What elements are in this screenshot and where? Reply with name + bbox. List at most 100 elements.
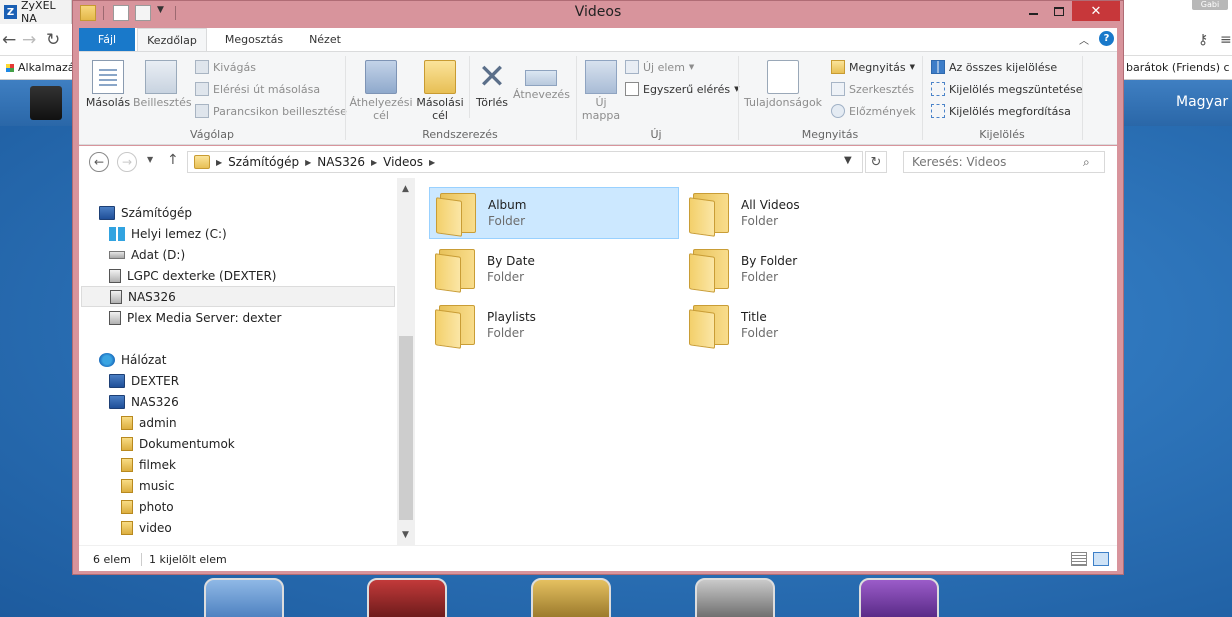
easy-access-label: Egyszerű elérés [643, 82, 731, 96]
breadcrumb-videos[interactable]: Videos [383, 155, 423, 169]
chevron-right-icon[interactable]: ▶ [216, 158, 222, 167]
invert-selection-button[interactable]: Kijelölés megfordítása [931, 102, 1071, 120]
key-icon[interactable]: ⚷ [1198, 32, 1208, 48]
tree-item-plex[interactable]: Plex Media Server: dexter [109, 307, 281, 328]
chevron-right-icon[interactable]: ▶ [305, 158, 311, 167]
open-button[interactable]: Megnyitás ▼ [831, 58, 915, 76]
minimize-button[interactable] [1020, 1, 1046, 21]
close-button[interactable]: ✕ [1072, 1, 1120, 21]
history-button[interactable]: Előzmények [831, 102, 916, 120]
browser-tab[interactable]: Z ZyXEL NA [0, 0, 72, 25]
recent-locations-chevron-icon[interactable]: ▼ [147, 155, 153, 164]
breadcrumb-nas[interactable]: NAS326 [317, 155, 365, 169]
address-history-chevron-icon[interactable]: ▼ [844, 155, 852, 166]
delete-button[interactable]: ✕ Törlés [473, 56, 511, 109]
music-app-icon[interactable] [695, 578, 775, 617]
details-view-icon[interactable] [1071, 552, 1087, 566]
address-bar[interactable]: ▶ Számítógép ▶ NAS326 ▶ Videos ▶ [187, 151, 863, 173]
navigation-scrollbar[interactable]: ▲ ▼ [397, 178, 415, 545]
edit-button[interactable]: Szerkesztés [831, 80, 914, 98]
cut-label: Kivágás [213, 60, 256, 74]
language-selector[interactable]: Magyar [1176, 94, 1228, 110]
easy-access-button[interactable]: Egyszerű elérés ▼ [625, 80, 739, 98]
browser-forward-icon[interactable]: → [22, 30, 36, 50]
up-arrow-icon[interactable]: ↑ [167, 152, 179, 168]
back-button[interactable]: ← [89, 152, 109, 172]
folder-tile-all-videos[interactable]: All Videos Folder [683, 187, 933, 239]
tree-item-share[interactable]: admin [121, 412, 177, 433]
select-all-button[interactable]: Az összes kijelölése [931, 58, 1057, 76]
group-label-clipboard: Vágólap [190, 128, 234, 141]
close-icon: ✕ [1090, 3, 1102, 19]
copy-button[interactable]: Másolás [85, 56, 131, 109]
shared-folder-icon [121, 457, 133, 472]
photo-app-icon[interactable] [531, 578, 611, 617]
tree-item-share[interactable]: Dokumentumok [121, 433, 235, 454]
chevron-right-icon[interactable]: ▶ [429, 158, 435, 167]
properties-button[interactable]: Tulajdonságok [741, 56, 825, 109]
ribbon-separator [469, 56, 470, 118]
ribbon-collapse-chevron-icon[interactable]: ︿ [1079, 32, 1089, 47]
help-icon[interactable]: ? [1099, 31, 1114, 46]
scroll-thumb[interactable] [399, 336, 413, 520]
video-app-icon[interactable] [367, 578, 447, 617]
breadcrumb-computer[interactable]: Számítógép [228, 155, 299, 169]
copy-to-button[interactable]: Másolási cél [413, 56, 467, 122]
app-icon-purple[interactable] [859, 578, 939, 617]
paste-label: Beillesztés [133, 96, 192, 109]
search-icon[interactable]: ⌕ [1083, 155, 1090, 170]
select-none-button[interactable]: Kijelölés megszüntetése [931, 80, 1083, 98]
folder-tile-by-date[interactable]: By Date Folder [429, 243, 679, 295]
folder-icon [435, 247, 475, 293]
tree-item-share[interactable]: filmek [121, 454, 176, 475]
tree-item-nas326-network[interactable]: NAS326 [109, 391, 179, 412]
folder-tile-title[interactable]: Title Folder [683, 299, 933, 351]
forward-button[interactable]: → [117, 152, 137, 172]
large-icons-view-icon[interactable] [1093, 552, 1109, 566]
folder-icon [689, 303, 729, 349]
folder-name: By Date [487, 254, 535, 268]
cut-button[interactable]: Kivágás [195, 58, 256, 76]
tree-item-nas326[interactable]: NAS326 [81, 286, 395, 307]
copy-path-button[interactable]: Elérési út másolása [195, 80, 320, 98]
maximize-button[interactable] [1046, 1, 1072, 21]
tree-item-computer[interactable]: Számítógép [99, 202, 192, 223]
chevron-right-icon[interactable]: ▶ [371, 158, 377, 167]
user-badge[interactable]: Gabi [1192, 0, 1228, 10]
tree-item-network[interactable]: Hálózat [99, 349, 166, 370]
folder-tile-album[interactable]: Album Folder [429, 187, 679, 239]
tab-home[interactable]: Kezdőlap [137, 28, 207, 51]
scroll-up-icon[interactable]: ▲ [402, 184, 409, 194]
search-input[interactable] [903, 151, 1105, 173]
new-folder-button[interactable]: Új mappa [579, 56, 623, 122]
new-item-button[interactable]: Új elem ▼ [625, 58, 694, 76]
tree-item-lgpc[interactable]: LGPC dexterke (DEXTER) [109, 265, 277, 286]
folder-tile-by-folder[interactable]: By Folder Folder [683, 243, 933, 295]
tree-item-drive-d[interactable]: Adat (D:) [109, 244, 185, 265]
tab-file[interactable]: Fájl [79, 28, 135, 51]
computer-icon [99, 205, 115, 220]
refresh-button[interactable]: ↻ [865, 151, 887, 173]
title-bar[interactable]: ▼ Videos ✕ [73, 1, 1123, 26]
rename-button[interactable]: Átnevezés [513, 56, 570, 101]
tree-item-share[interactable]: video [121, 517, 172, 538]
folder-tile-playlists[interactable]: Playlists Folder [429, 299, 679, 351]
tree-item-dexter[interactable]: DEXTER [109, 370, 179, 391]
tree-item-share[interactable]: music [121, 475, 174, 496]
scroll-down-icon[interactable]: ▼ [402, 530, 409, 540]
bookmark-apps[interactable]: Alkalmazás [6, 61, 80, 74]
move-to-button[interactable]: Áthelyezési cél [349, 56, 413, 122]
tree-item-share[interactable]: photo [121, 496, 174, 517]
bookmark-friends[interactable]: barátok (Friends) c [1126, 61, 1230, 74]
tab-share[interactable]: Megosztás [219, 28, 289, 51]
tree-item-label: admin [139, 415, 177, 430]
paste-shortcut-button[interactable]: Parancsikon beillesztése [195, 102, 347, 120]
menu-icon[interactable]: ≡ [1220, 32, 1232, 48]
browser-reload-icon[interactable]: ↻ [46, 30, 60, 50]
browser-back-icon[interactable]: ← [2, 30, 16, 50]
new-item-label: Új elem [643, 60, 685, 74]
tab-view[interactable]: Nézet [301, 28, 349, 51]
tree-item-drive-c[interactable]: Helyi lemez (C:) [109, 223, 227, 244]
paste-button[interactable]: Beillesztés [133, 56, 192, 109]
zyxel-cloud-app-icon[interactable] [204, 578, 284, 617]
